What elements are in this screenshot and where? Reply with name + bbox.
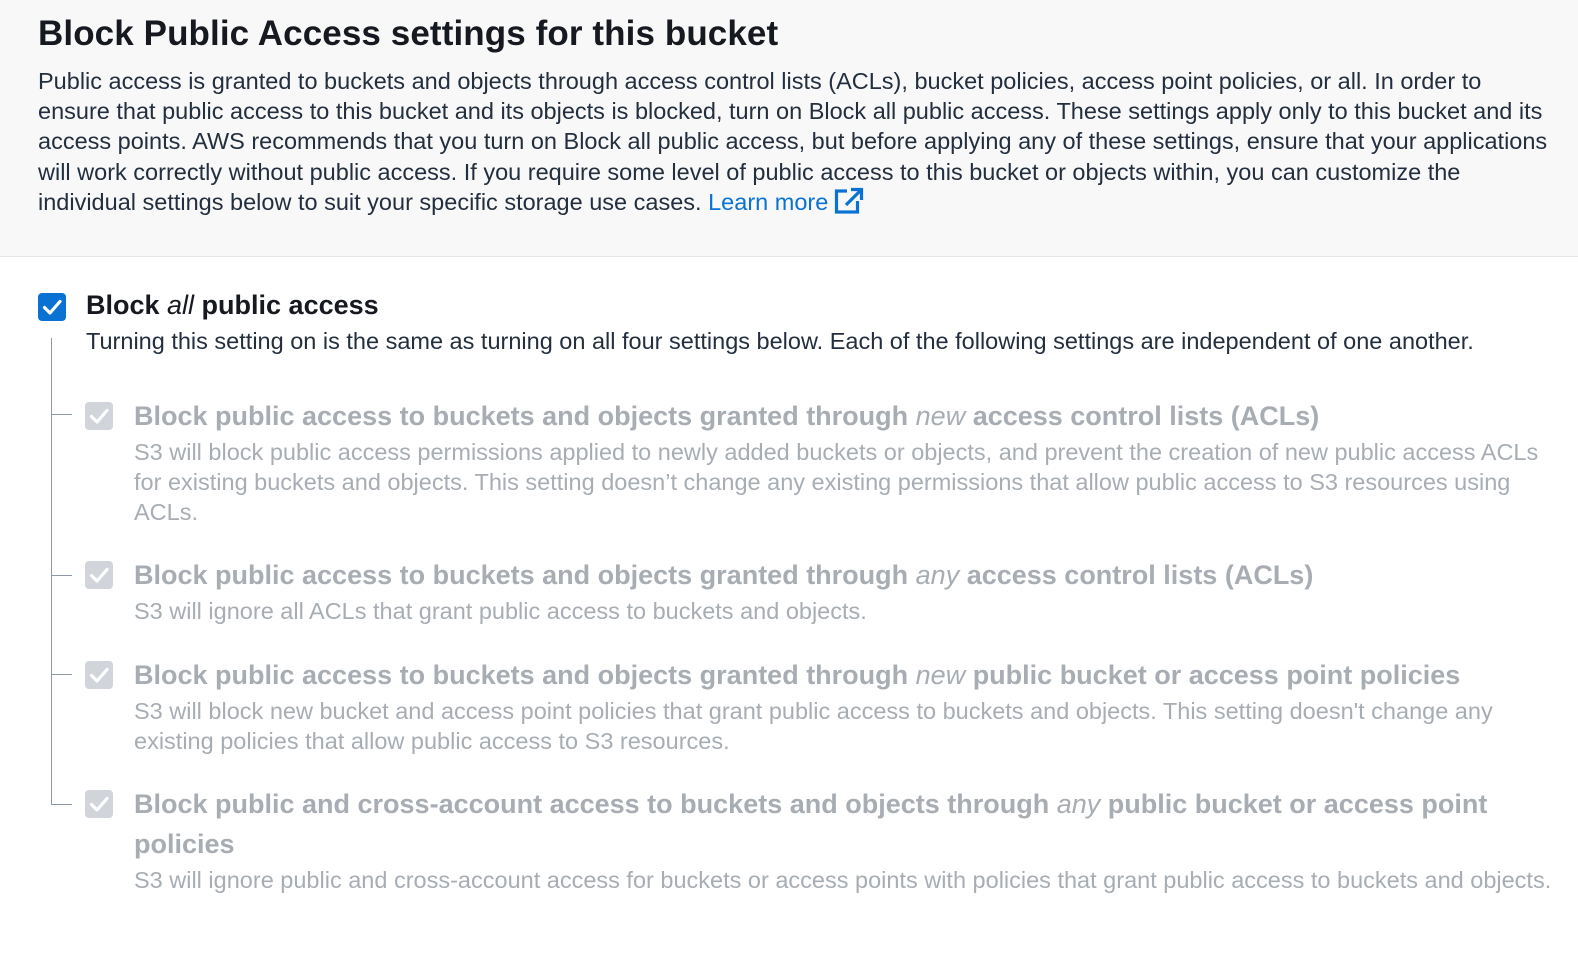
block-all-checkbox[interactable]: [38, 293, 66, 321]
option-any-acls-description: S3 will ignore all ACLs that grant publi…: [134, 598, 867, 624]
option-label-before: Block public access to buckets and objec…: [134, 401, 916, 431]
header-description: Public access is granted to buckets and …: [38, 66, 1548, 222]
block-all-label-before: Block: [86, 290, 168, 320]
tree-branch: [51, 674, 72, 675]
tree-connector: [51, 338, 52, 804]
option-label-before: Block public access to buckets and objec…: [134, 560, 916, 590]
checkmark-icon: [89, 567, 109, 583]
option-new-acls-checkbox[interactable]: [85, 402, 113, 430]
tree-branch: [51, 575, 72, 576]
tree-branch: [51, 414, 72, 415]
external-link-icon: [834, 186, 865, 222]
block-all-label: Block all public access: [86, 290, 379, 321]
option-label-after: access control lists (ACLs): [965, 401, 1320, 431]
option-label-after: access control lists (ACLs): [959, 560, 1314, 590]
checkmark-icon: [89, 667, 109, 683]
option-label-after: public bucket or access point policies: [965, 660, 1461, 690]
block-all-description: Turning this setting on is the same as t…: [86, 328, 1474, 354]
option-new-acls-description: S3 will block public access permissions …: [134, 439, 1539, 525]
option-label-em: any: [915, 560, 960, 590]
option-any-acls-label: Block public access to buckets and objec…: [134, 555, 1544, 595]
checkmark-icon: [89, 408, 109, 424]
option-new-policies-checkbox[interactable]: [85, 661, 113, 689]
checkmark-icon: [42, 299, 62, 315]
option-any-acls-checkbox[interactable]: [85, 561, 113, 589]
option-label-em: any: [1056, 789, 1101, 819]
learn-more-link[interactable]: Learn more: [708, 186, 865, 215]
option-label-before: Block public access to buckets and objec…: [134, 660, 916, 690]
option-new-policies-description: S3 will block new bucket and access poin…: [134, 698, 1493, 754]
settings-header: Block Public Access settings for this bu…: [0, 0, 1578, 257]
option-label-em: new: [915, 401, 966, 431]
option-new-policies-label: Block public access to buckets and objec…: [134, 655, 1544, 695]
block-all-label-after: public access: [194, 290, 379, 320]
option-label-before: Block public and cross-account access to…: [134, 789, 1057, 819]
option-any-policies-description: S3 will ignore public and cross-account …: [134, 867, 1552, 893]
learn-more-label: Learn more: [708, 188, 829, 215]
tree-branch: [51, 804, 72, 805]
block-all-label-em: all: [167, 290, 195, 320]
option-new-acls-label: Block public access to buckets and objec…: [134, 396, 1544, 436]
option-any-policies-label: Block public and cross-account access to…: [134, 784, 1544, 864]
checkmark-icon: [89, 796, 109, 812]
option-label-em: new: [915, 660, 966, 690]
page-title: Block Public Access settings for this bu…: [38, 14, 779, 53]
option-any-policies-checkbox[interactable]: [85, 790, 113, 818]
